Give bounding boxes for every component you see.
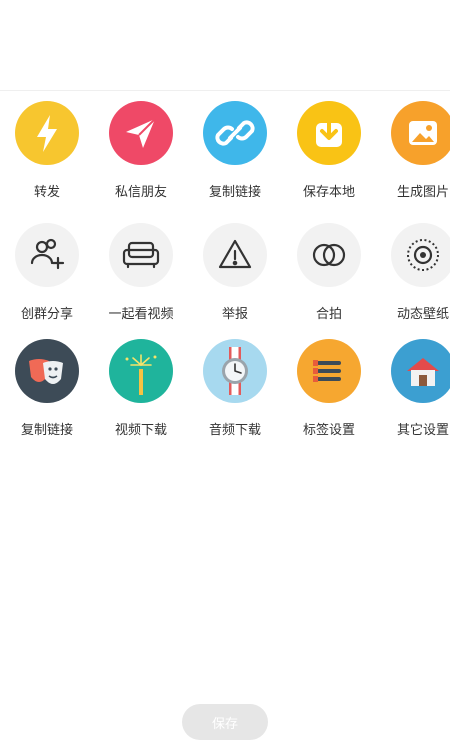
action-label: 保存本地 (302, 185, 355, 200)
action-label: 私信朋友 (114, 185, 167, 200)
theater-masks-icon (15, 339, 79, 403)
actions-row-1: 转发 私信朋友 复制链接 保存本地 生成图片 (0, 101, 450, 211)
action-label: 举报 (221, 307, 248, 322)
watch-icon (203, 339, 267, 403)
action-label: 合拍 (315, 307, 342, 322)
action-label: 复制链接 (208, 185, 261, 200)
action-label: 视频下载 (114, 423, 167, 438)
action-label: 其它设置 (396, 423, 449, 438)
action-label: 生成图片 (396, 185, 449, 200)
house-icon (391, 339, 450, 403)
warning-icon (203, 223, 267, 287)
actions-row-2: 创群分享 一起看视频 举报 合拍 动态壁纸 (0, 223, 450, 333)
duet-icon (297, 223, 361, 287)
download-icon (297, 101, 361, 165)
save-button[interactable]: 保存 (182, 704, 268, 740)
action-label: 动态壁纸 (396, 307, 449, 322)
action-label: 创群分享 (20, 307, 73, 322)
image-icon (391, 101, 450, 165)
lightning-icon (15, 101, 79, 165)
link-icon (203, 101, 267, 165)
list-settings-icon (297, 339, 361, 403)
action-label: 音频下载 (208, 423, 261, 438)
action-label: 复制链接 (20, 423, 73, 438)
action-label: 一起看视频 (108, 307, 174, 322)
top-divider (0, 90, 450, 91)
paper-plane-icon (109, 101, 173, 165)
firework-icon (109, 339, 173, 403)
sofa-icon (109, 223, 173, 287)
actions-row-3: 复制链接 视频下载 音频下载 标签设置 其它设置 (0, 339, 450, 449)
action-label: 标签设置 (302, 423, 355, 438)
wallpaper-icon (391, 223, 450, 287)
group-add-icon (15, 223, 79, 287)
action-label: 转发 (33, 185, 60, 200)
